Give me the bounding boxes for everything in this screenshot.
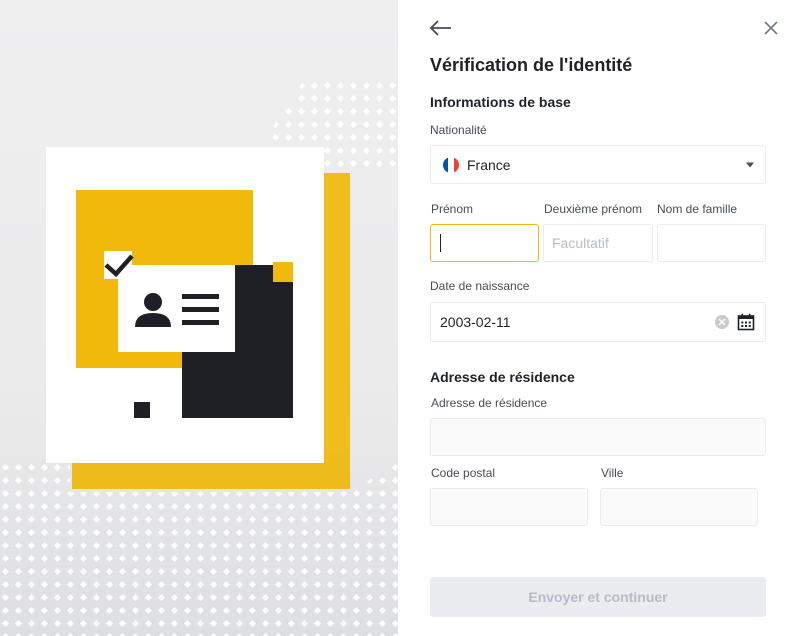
address-input[interactable] (430, 418, 766, 456)
postal-code-input[interactable] (430, 488, 588, 526)
first-name-label: Prénom (431, 202, 474, 216)
address-label: Adresse de résidence (431, 396, 548, 410)
city-input[interactable] (600, 488, 758, 526)
text-cursor (440, 234, 441, 252)
nationality-value: France (467, 156, 511, 173)
identity-form-panel: Vérification de l'identité Informations … (398, 0, 797, 636)
arrow-left-icon[interactable] (428, 16, 454, 40)
first-name-input[interactable] (430, 224, 539, 262)
close-icon[interactable] (760, 17, 782, 39)
last-name-label: Nom de famille (657, 202, 738, 216)
section-title-basic: Informations de base (430, 94, 571, 110)
nationality-select[interactable]: France (430, 145, 766, 184)
page-title: Vérification de l'identité (430, 55, 633, 75)
last-name-input[interactable] (657, 224, 766, 262)
calendar-icon[interactable] (737, 313, 755, 331)
birth-date-value: 2003-02-11 (440, 314, 511, 330)
france-flag-icon (443, 156, 459, 173)
submit-button[interactable]: Envoyer et continuer (430, 577, 766, 617)
city-label: Ville (601, 466, 624, 480)
middle-name-placeholder: Facultatif (552, 235, 609, 251)
chevron-down-icon (746, 162, 754, 167)
nationality-label: Nationalité (430, 123, 487, 137)
illustration-panel (0, 0, 398, 636)
birth-date-input[interactable]: 2003-02-11 (430, 302, 766, 342)
clear-icon[interactable] (715, 315, 729, 329)
middle-name-input[interactable]: Facultatif (543, 224, 653, 262)
birth-date-label: Date de naissance (430, 279, 530, 293)
middle-name-label: Deuxième prénom (544, 202, 643, 216)
postal-code-label: Code postal (431, 466, 496, 480)
section-title-residence: Adresse de résidence (430, 369, 575, 385)
illustration-card (46, 147, 324, 463)
id-card-illustration (76, 190, 293, 418)
